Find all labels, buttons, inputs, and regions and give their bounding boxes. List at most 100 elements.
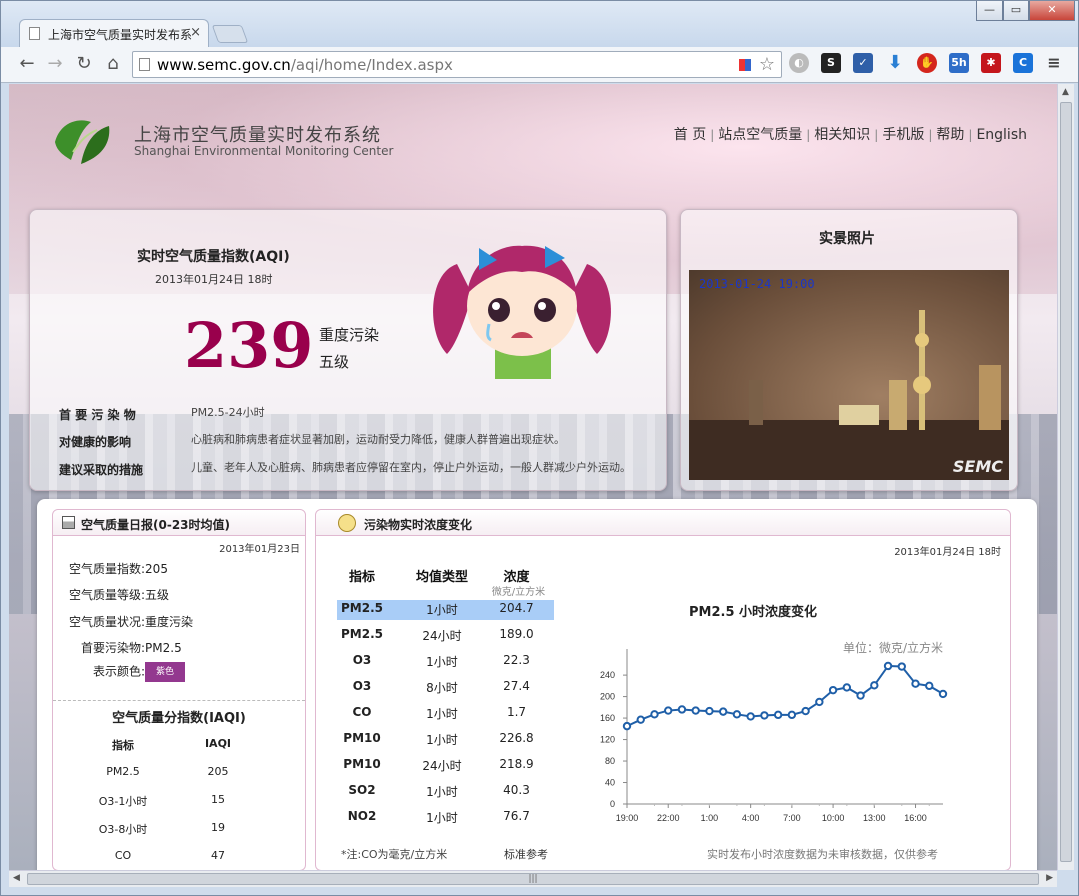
- clock-icon: [338, 514, 356, 532]
- home-icon[interactable]: ⌂: [101, 53, 125, 74]
- page-viewport: 上海市空气质量实时发布系统 Shanghai Environmental Mon…: [9, 84, 1057, 870]
- scroll-left-icon[interactable]: ◀: [13, 873, 20, 883]
- live-photo[interactable]: 2013-01-24 19:00 SEMC: [689, 270, 1009, 480]
- browser-tab[interactable]: 上海市空气质量实时发布系 ×: [19, 19, 209, 47]
- menu-icon[interactable]: ≡: [1044, 53, 1064, 73]
- nav-stations[interactable]: 站点空气质量: [718, 127, 802, 143]
- y-tick-label: 160: [600, 713, 615, 723]
- row-avg-type: 24小时: [422, 759, 462, 773]
- y-tick-label: 240: [600, 670, 615, 680]
- data-point: [925, 681, 934, 691]
- row-avg-type: 8小时: [426, 681, 458, 695]
- adblock-icon[interactable]: ✋: [917, 53, 937, 73]
- row-avg-type: 1小时: [426, 603, 458, 617]
- measures-value: 儿童、老年人及心脏病、肺病患者应停留在室内，停止户外运动，一般人群减少户外运动。: [191, 461, 631, 474]
- calendar-icon[interactable]: 5h: [949, 53, 969, 73]
- globe-icon[interactable]: ◐: [789, 53, 809, 73]
- horizontal-scrollbar[interactable]: ◀ ||| ▶: [9, 870, 1057, 887]
- row-value: 218.9: [499, 757, 534, 771]
- y-tick-label: 0: [610, 799, 615, 809]
- calendar-table-icon: [62, 516, 75, 529]
- data-point: [856, 691, 865, 700]
- daily-date: 2013年01月23日: [219, 544, 300, 555]
- aqi-value: 239: [184, 309, 314, 382]
- row-avg-type: 1小时: [426, 707, 458, 721]
- data-point: [636, 715, 645, 724]
- star-extension-icon[interactable]: ✱: [981, 53, 1001, 73]
- x-tick-label: 22:00: [657, 813, 680, 823]
- x-tick-label: 19:00: [616, 813, 639, 823]
- browser-window: 上海市空气质量实时发布系 × — ▭ ✕ ← → ↻ ⌂ www.semc.go…: [0, 0, 1079, 896]
- page-icon: [139, 58, 150, 71]
- row-indicator: SO2: [348, 783, 376, 797]
- iaqi-row-name: O3-8小时: [98, 823, 148, 836]
- back-icon[interactable]: ←: [15, 53, 39, 74]
- photo-title: 实景照片: [819, 231, 875, 247]
- standard-reference-link[interactable]: 标准参考: [504, 846, 548, 862]
- bookmark-star-icon[interactable]: ☆: [759, 54, 775, 75]
- x-tick-label: 10:00: [822, 813, 845, 823]
- nav-help[interactable]: 帮助: [936, 127, 964, 143]
- x-tick-label: 13:00: [863, 813, 886, 823]
- data-point: [664, 706, 673, 715]
- close-window-button[interactable]: ✕: [1029, 1, 1075, 21]
- crying-girl-mascot: [433, 245, 611, 379]
- data-point: [897, 662, 906, 671]
- col-indicator: 指标: [348, 570, 375, 585]
- data-point: [691, 706, 700, 715]
- forward-icon[interactable]: →: [43, 53, 67, 74]
- iaqi-title: 空气质量分指数(IAQI): [112, 711, 246, 726]
- data-point: [650, 710, 659, 719]
- address-bar[interactable]: www.semc.gov.cn/aqi/home/Index.aspx ☆: [132, 51, 782, 78]
- iaqi-row-value: 47: [211, 849, 225, 862]
- row-avg-type: 24小时: [422, 629, 462, 643]
- data-point: [718, 707, 728, 716]
- top-navigation: 首 页 | 站点空气质量 | 相关知识 | 手机版 | 帮助 | English: [674, 124, 1027, 144]
- horizontal-scroll-thumb[interactable]: |||: [27, 873, 1039, 885]
- nav-english[interactable]: English: [976, 127, 1027, 143]
- row-value: 226.8: [499, 731, 534, 745]
- nav-home[interactable]: 首 页: [674, 127, 706, 143]
- aqi-title: 实时空气质量指数(AQI): [137, 249, 290, 265]
- vertical-scroll-thumb[interactable]: [1060, 102, 1072, 862]
- daily-primary-value: PM2.5: [145, 641, 182, 655]
- vertical-scrollbar[interactable]: ▲: [1057, 84, 1074, 870]
- download-icon[interactable]: ⬇: [885, 53, 905, 73]
- nav-separator: |: [710, 128, 715, 142]
- skyline-photo: [689, 310, 1009, 480]
- data-point: [911, 679, 920, 688]
- data-point: [622, 721, 632, 731]
- scroll-up-icon[interactable]: ▲: [1062, 87, 1069, 97]
- c-extension-icon[interactable]: C: [1013, 53, 1033, 73]
- nav-mobile[interactable]: 手机版: [882, 127, 924, 143]
- pm25-series-line: [626, 664, 944, 728]
- aqi-category-block: 重度污染 五级: [319, 322, 379, 376]
- daily-aqi-label: 空气质量指数:: [69, 562, 146, 576]
- row-indicator: PM10: [343, 731, 381, 745]
- data-disclaimer: 实时发布小时浓度数据为未审核数据，仅供参考: [707, 848, 938, 861]
- row-avg-type: 1小时: [426, 655, 458, 669]
- browser-toolbar: ← → ↻ ⌂ www.semc.gov.cn/aqi/home/Index.a…: [1, 47, 1078, 83]
- reload-icon[interactable]: ↻: [72, 53, 96, 74]
- check-icon[interactable]: ✓: [853, 53, 873, 73]
- daily-report-title: 空气质量日报(0-23时均值): [81, 518, 230, 532]
- realtime-date: 2013年01月24日 18时: [894, 547, 1001, 558]
- row-indicator: NO2: [347, 809, 377, 823]
- nav-separator: |: [874, 128, 879, 142]
- data-point: [677, 705, 687, 714]
- daily-report-box: 空气质量日报(0-23时均值) 2013年01月23日 空气质量指数:205 空…: [52, 509, 306, 870]
- s-extension-icon[interactable]: S: [821, 53, 841, 73]
- daily-report-header: 空气质量日报(0-23时均值): [53, 510, 305, 536]
- scroll-right-icon[interactable]: ▶: [1046, 873, 1053, 883]
- daily-level-label: 空气质量等级:: [69, 588, 146, 602]
- extension-grid-icon[interactable]: [739, 59, 751, 71]
- nav-knowledge[interactable]: 相关知识: [814, 127, 870, 143]
- close-tab-icon[interactable]: ×: [190, 25, 201, 40]
- iaqi-row-name: O3-1小时: [98, 795, 148, 808]
- daily-aqi-value: 205: [145, 562, 168, 576]
- maximize-button[interactable]: ▭: [1003, 1, 1029, 21]
- new-tab-button[interactable]: [211, 25, 249, 43]
- minimize-button[interactable]: —: [976, 1, 1003, 21]
- primary-pollutant-value: PM2.5-24小时: [191, 406, 265, 419]
- page-icon: [29, 27, 40, 40]
